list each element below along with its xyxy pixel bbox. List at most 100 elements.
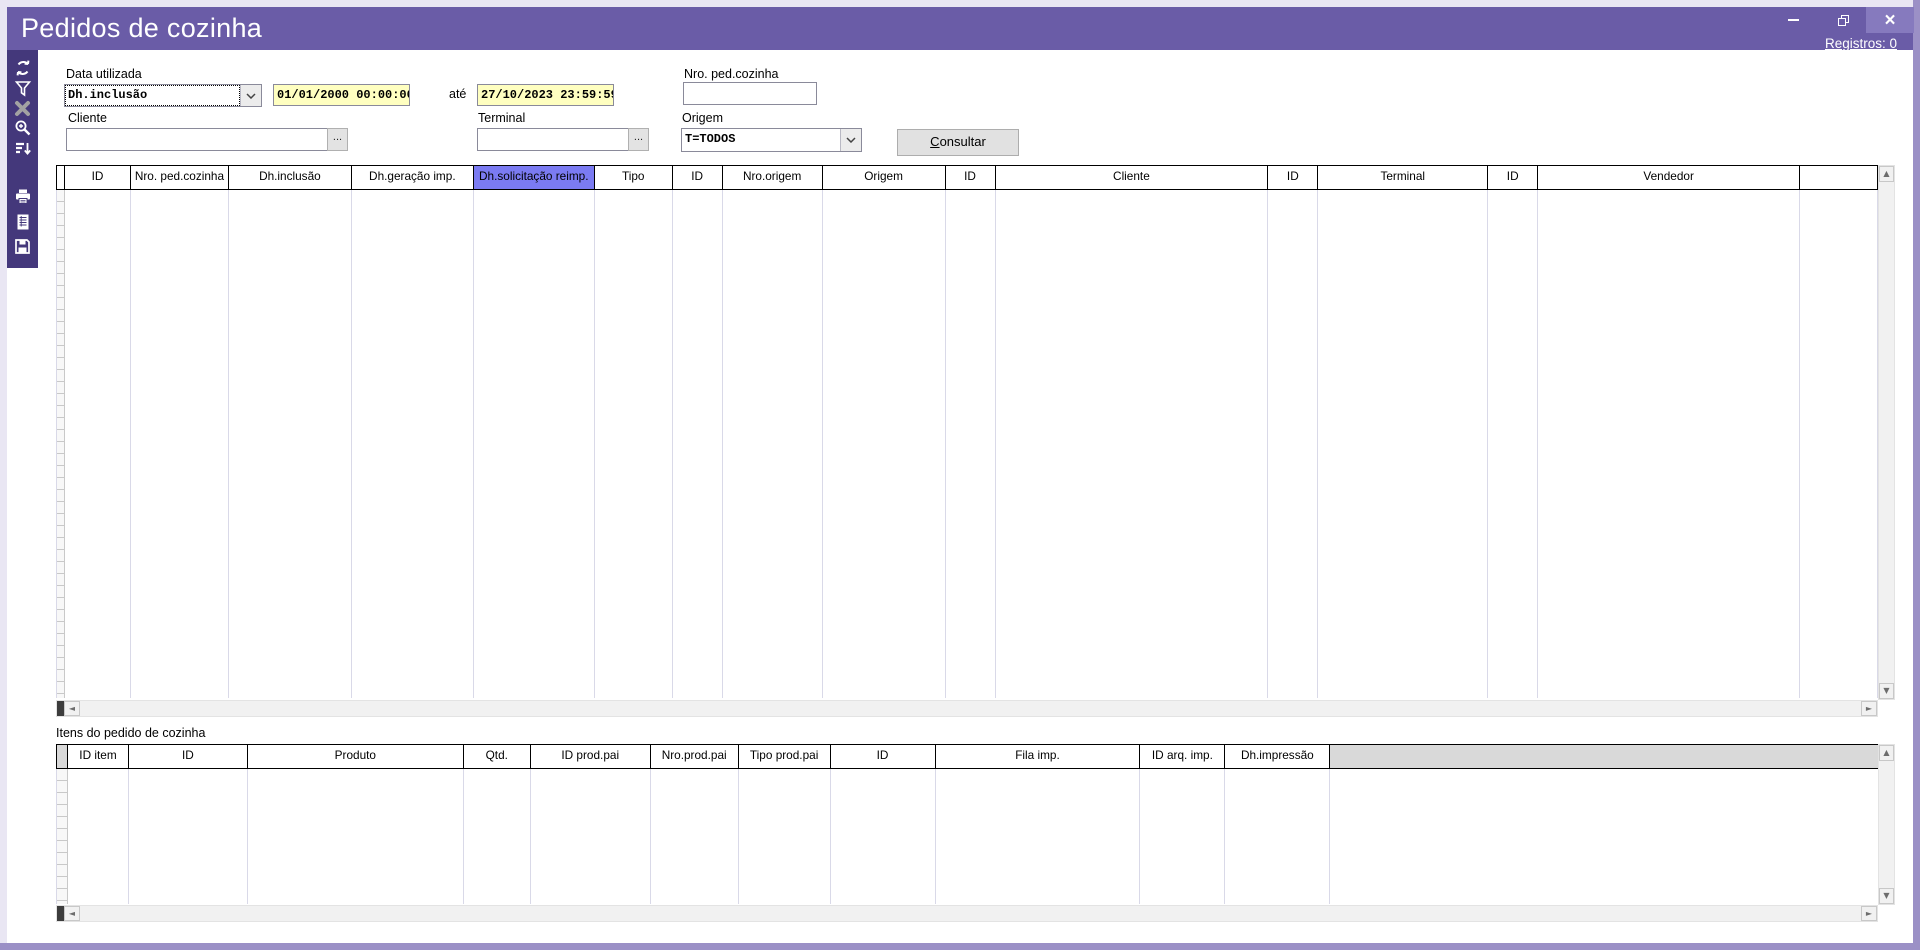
grid-column-produto xyxy=(248,769,464,904)
sort-button[interactable] xyxy=(7,138,38,158)
close-button[interactable]: × xyxy=(1866,7,1914,33)
refresh-button[interactable] xyxy=(7,58,38,78)
items-section-title: Itens do pedido de cozinha xyxy=(56,726,205,740)
grid-column-id-item xyxy=(68,769,129,904)
minimize-button[interactable] xyxy=(1770,7,1816,33)
scroll-track[interactable] xyxy=(80,701,1861,716)
column-header-qtd[interactable]: Qtd. xyxy=(464,745,531,768)
orders-table-body[interactable] xyxy=(56,190,1878,698)
column-header-produto[interactable]: Produto xyxy=(248,745,464,768)
grid-column-id-arq-imp xyxy=(1140,769,1225,904)
zoom-button[interactable] xyxy=(7,118,38,138)
report-button[interactable] xyxy=(7,212,38,232)
scroll-right-icon[interactable]: ► xyxy=(1861,906,1877,921)
terminal-label: Terminal xyxy=(478,111,525,125)
scroll-up-icon[interactable]: ▲ xyxy=(1879,745,1894,761)
column-header-blank[interactable] xyxy=(1800,166,1878,189)
scroll-right-icon[interactable]: ► xyxy=(1861,701,1877,716)
scroll-left-icon[interactable]: ◄ xyxy=(64,701,80,716)
grid-column-id xyxy=(831,769,936,904)
column-header-fila-imp[interactable]: Fila imp. xyxy=(936,745,1141,768)
filter-icon xyxy=(14,80,32,97)
column-header-dh-impressao[interactable]: Dh.impressão xyxy=(1225,745,1330,768)
title-bar: Pedidos de cozinha × Registros: 0 xyxy=(7,7,1913,50)
column-header-id[interactable]: ID xyxy=(1268,166,1318,189)
column-header-tipo[interactable]: Tipo xyxy=(595,166,673,189)
grid-column-id xyxy=(1268,190,1318,698)
registros-link[interactable]: Registros: 0 xyxy=(1825,36,1897,51)
scroll-down-icon[interactable]: ▼ xyxy=(1879,683,1894,699)
column-header-vendedor[interactable]: Vendedor xyxy=(1538,166,1800,189)
orders-vertical-scrollbar[interactable]: ▲ ▼ xyxy=(1878,165,1895,700)
terminal-browse-button[interactable]: ... xyxy=(628,128,649,151)
scroll-up-icon[interactable]: ▲ xyxy=(1879,166,1894,182)
clear-filter-icon xyxy=(14,100,31,117)
orders-horizontal-scrollbar[interactable]: ◄ ► xyxy=(56,700,1878,717)
row-selector-column xyxy=(57,769,68,904)
grid-column-blank xyxy=(1800,190,1878,698)
items-horizontal-scrollbar[interactable]: ◄ ► xyxy=(56,905,1878,922)
close-icon: × xyxy=(1884,11,1895,30)
grid-column-origem xyxy=(823,190,946,698)
row-selector-column xyxy=(57,190,65,698)
column-header-dh-inclusao[interactable]: Dh.inclusão xyxy=(229,166,352,189)
column-header-nro-prod-pai[interactable]: Nro.prod.pai xyxy=(651,745,739,768)
data-utilizada-combo[interactable]: Dh.inclusão xyxy=(64,84,262,107)
chevron-down-icon[interactable] xyxy=(840,129,861,151)
restore-button[interactable] xyxy=(1820,7,1866,33)
grid-column-id xyxy=(65,190,131,698)
chevron-down-icon[interactable] xyxy=(240,85,261,106)
window-frame xyxy=(0,0,7,950)
cliente-input[interactable] xyxy=(66,128,328,151)
scroll-track[interactable] xyxy=(1879,182,1894,683)
column-header-dh-geracao-imp[interactable]: Dh.geração imp. xyxy=(352,166,474,189)
filter-button[interactable] xyxy=(7,78,38,98)
nro-ped-input[interactable] xyxy=(683,82,817,105)
app-window: Pedidos de cozinha × Registros: 0 xyxy=(0,0,1920,950)
grid-column-dh-geracao-imp xyxy=(352,190,474,698)
orders-table-header: IDNro. ped.cozinhaDh.inclusãoDh.geração … xyxy=(56,165,1878,190)
column-header-nro-ped-cozinha[interactable]: Nro. ped.cozinha xyxy=(131,166,229,189)
date-to-field[interactable]: 27/10/2023 23:59:59 xyxy=(477,84,614,106)
scroll-track[interactable] xyxy=(80,906,1861,921)
consultar-button[interactable]: Consultar xyxy=(897,129,1019,156)
column-header-blank[interactable] xyxy=(1330,745,1878,768)
items-table-body[interactable] xyxy=(56,769,1878,904)
grid-column-nro-prod-pai xyxy=(651,769,739,904)
column-header-cliente[interactable]: Cliente xyxy=(996,166,1269,189)
column-header-id-item[interactable]: ID item xyxy=(68,745,129,768)
column-header-id[interactable]: ID xyxy=(65,166,131,189)
print-icon xyxy=(14,188,32,205)
print-button[interactable] xyxy=(7,186,38,206)
items-vertical-scrollbar[interactable]: ▲ ▼ xyxy=(1878,744,1895,905)
column-header-id-prod-pai[interactable]: ID prod.pai xyxy=(531,745,651,768)
column-header-tipo-prod-pai[interactable]: Tipo prod.pai xyxy=(739,745,831,768)
column-header-nro-origem[interactable]: Nro.origem xyxy=(723,166,823,189)
clear-filter-button[interactable] xyxy=(7,98,38,118)
column-header-origem[interactable]: Origem xyxy=(823,166,946,189)
grid-column-id-prod-pai xyxy=(531,769,651,904)
grid-column-fila-imp xyxy=(936,769,1141,904)
scroll-down-icon[interactable]: ▼ xyxy=(1879,888,1894,904)
window-frame xyxy=(1913,0,1920,950)
grid-column-blank xyxy=(1330,769,1878,904)
column-header-id-arq-imp[interactable]: ID arq. imp. xyxy=(1140,745,1225,768)
column-header-id[interactable]: ID xyxy=(673,166,723,189)
column-header-id[interactable]: ID xyxy=(946,166,996,189)
grid-column-dh-solicitacao-reimp xyxy=(474,190,595,698)
column-header-terminal[interactable]: Terminal xyxy=(1318,166,1488,189)
grid-column-qtd xyxy=(464,769,531,904)
column-header-id[interactable]: ID xyxy=(1488,166,1538,189)
terminal-input[interactable] xyxy=(477,128,629,151)
date-from-field[interactable]: 01/01/2000 00:00:00 xyxy=(273,84,410,106)
grid-column-nro-ped-cozinha xyxy=(131,190,229,698)
scroll-track[interactable] xyxy=(1879,761,1894,888)
origem-combo[interactable]: T=TODOS xyxy=(681,128,862,152)
column-header-id[interactable]: ID xyxy=(831,745,936,768)
save-button[interactable] xyxy=(7,236,38,256)
scroll-left-icon[interactable]: ◄ xyxy=(64,906,80,921)
grid-column-dh-inclusao xyxy=(229,190,352,698)
cliente-browse-button[interactable]: ... xyxy=(327,128,348,151)
column-header-id[interactable]: ID xyxy=(129,745,248,768)
column-header-dh-solicitacao-reimp[interactable]: Dh.solicitação reimp. xyxy=(474,166,595,189)
